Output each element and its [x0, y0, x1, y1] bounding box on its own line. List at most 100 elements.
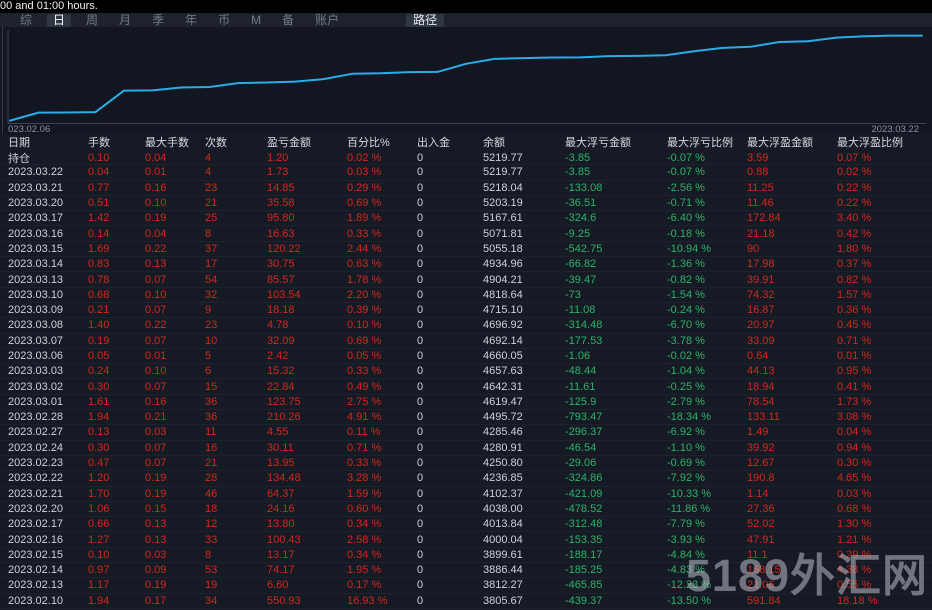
table-row[interactable]: 2023.02.17 0.66 0.13 12 13.80 0.34 % 0 4013.84 -…: [0, 517, 932, 533]
table-row[interactable]: 2023.02.21 1.70 0.19 46 64.37 1.59 % 0 4102.37 -…: [0, 487, 932, 502]
table-cell: 21.06: [747, 579, 775, 592]
table-cell: -793.47: [565, 411, 603, 424]
tab-综[interactable]: 综: [14, 13, 38, 27]
table-cell: 20.97: [747, 319, 775, 332]
tab-月[interactable]: 月: [113, 13, 137, 27]
table-cell: -6.92 %: [667, 426, 705, 439]
table-cell: 0.69 %: [347, 197, 382, 210]
table-cell: -10.94 %: [667, 242, 712, 255]
table-cell: 0.04 %: [837, 426, 872, 439]
table-cell: 1.61: [88, 395, 110, 408]
column-header[interactable]: 最大浮盈比例: [837, 134, 932, 150]
table-row[interactable]: 持仓 0.10 0.04 4 1.20 0.02 % 0 5219.77 -3.85 -0.07 …: [0, 150, 932, 166]
column-header[interactable]: 余额: [483, 134, 565, 150]
table-cell: 21.18: [747, 227, 775, 240]
table-cell: 4.65 %: [837, 472, 872, 485]
table-row[interactable]: 2023.03.10 0.68 0.10 32 103.54 2.20 % 0 4818.64…: [0, 288, 932, 303]
table-cell: 23: [205, 181, 218, 194]
table-cell: -11.61: [565, 380, 596, 393]
table-cell: 15: [205, 380, 218, 393]
table-cell: 0.07: [145, 380, 167, 393]
table-row[interactable]: 2023.02.10 1.94 0.17 34 550.93 16.93 % 0 3805.6…: [0, 594, 932, 609]
table-cell: 0: [417, 197, 424, 210]
tab-备[interactable]: 备: [276, 13, 300, 27]
table-cell: 2023.02.24: [8, 441, 64, 454]
table-cell: 0.69 %: [347, 334, 382, 347]
table-row[interactable]: 2023.03.08 1.40 0.22 23 4.78 0.10 % 0 4696.92 -3…: [0, 318, 932, 334]
table-row[interactable]: 2023.03.13 0.78 0.07 54 85.57 1.78 % 0 4904.21 -…: [0, 272, 932, 288]
table-row[interactable]: 2023.02.20 1.06 0.15 18 24.16 0.60 % 0 4038.00 -…: [0, 502, 932, 518]
table-cell: 34: [205, 594, 218, 607]
table-cell: 0.10 %: [347, 319, 382, 332]
column-header[interactable]: 日期: [8, 134, 88, 150]
tab-币[interactable]: 币: [212, 13, 236, 27]
column-header[interactable]: 百分比%: [347, 134, 417, 150]
table-cell: 0.13: [145, 533, 167, 546]
tab-年[interactable]: 年: [179, 13, 203, 27]
table-row[interactable]: 2023.02.15 0.10 0.03 8 13.17 0.34 % 0 3899.61 -1…: [0, 548, 932, 564]
equity-curve-chart[interactable]: 023.02.06 2023.03.22: [0, 27, 932, 135]
tab-季[interactable]: 季: [146, 13, 170, 27]
table-cell: 17.98: [747, 258, 775, 271]
table-row[interactable]: 2023.03.06 0.05 0.01 5 2.42 0.05 % 0 4660.05 -1.…: [0, 349, 932, 365]
table-row[interactable]: 2023.02.14 0.97 0.09 53 74.17 1.95 % 0 3886.44 -…: [0, 563, 932, 579]
column-header[interactable]: 出入金: [417, 134, 483, 150]
table-row[interactable]: 2023.02.23 0.47 0.07 21 13.95 0.33 % 0 4250.80 -…: [0, 456, 932, 472]
table-row[interactable]: 2023.03.21 0.77 0.16 23 14.85 0.29 % 0 5218.04 -…: [0, 181, 932, 196]
table-cell: 27.36: [747, 502, 775, 515]
column-header[interactable]: 最大浮亏比例: [667, 134, 747, 150]
table-cell: 30.11: [267, 441, 294, 454]
table-cell: -46.54: [565, 441, 597, 454]
column-header[interactable]: 次数: [205, 134, 267, 150]
table-cell: 0: [417, 502, 424, 515]
path-button[interactable]: 路径: [406, 13, 445, 27]
table-cell: 11.46: [747, 197, 774, 210]
table-cell: 74.32: [747, 288, 775, 301]
table-cell: 13.95: [267, 457, 295, 470]
table-cell: -7.79 %: [667, 518, 705, 531]
table-row[interactable]: 2023.03.22 0.04 0.01 4 1.73 0.03 % 0 5219.77 -3.…: [0, 165, 932, 181]
table-cell: 0.10: [88, 152, 110, 164]
table-row[interactable]: 2023.03.14 0.83 0.13 17 30.75 0.63 % 0 4934.96 -…: [0, 257, 932, 273]
table-cell: 1.20: [267, 152, 289, 164]
column-header[interactable]: 最大手数: [145, 134, 205, 150]
table-row[interactable]: 2023.02.16 1.27 0.13 33 100.43 2.58 % 0 4000.04…: [0, 532, 932, 548]
table-row[interactable]: 2023.02.22 1.20 0.19 28 134.48 3.28 % 0 4236.85…: [0, 471, 932, 487]
tab-周[interactable]: 周: [80, 13, 104, 27]
table-row[interactable]: 2023.03.09 0.21 0.07 9 18.18 0.39 % 0 4715.10 -1…: [0, 303, 932, 319]
table-cell: 2023.03.20: [8, 197, 64, 210]
table-cell: 2023.03.15: [8, 242, 64, 255]
column-header[interactable]: 手数: [88, 134, 145, 150]
table-cell: 0.07: [145, 273, 167, 286]
tab-账户[interactable]: 账户: [309, 13, 345, 27]
column-header[interactable]: 盈亏金额: [267, 134, 347, 150]
table-row[interactable]: 2023.03.01 1.61 0.16 36 123.75 2.75 % 0 4619.47…: [0, 395, 932, 411]
table-cell: 0: [417, 548, 424, 561]
tab-日[interactable]: 日: [47, 13, 72, 27]
column-header[interactable]: 最大浮亏金额: [565, 134, 667, 150]
table-row[interactable]: 2023.02.28 1.94 0.21 36 210.26 4.91 % 0 4495.72…: [0, 410, 932, 426]
table-row[interactable]: 2023.03.17 1.42 0.19 25 95.80 1.89 % 0 5167.61 -…: [0, 211, 932, 227]
table-row[interactable]: 2023.03.15 1.69 0.22 37 120.22 2.44 % 0 5055.18…: [0, 242, 932, 258]
table-cell: -2.56 %: [667, 181, 705, 194]
table-cell: -0.18 %: [667, 227, 705, 240]
table-cell: 0.11 %: [347, 426, 381, 439]
tab-M[interactable]: M: [245, 13, 267, 27]
table-row[interactable]: 2023.02.24 0.30 0.07 16 30.11 0.71 % 0 4280.91 -…: [0, 441, 932, 456]
table-row[interactable]: 2023.03.20 0.51 0.10 21 35.58 0.69 % 0 5203.19 -…: [0, 196, 932, 212]
table-cell: 1.69: [88, 242, 110, 255]
table-row[interactable]: 2023.03.16 0.14 0.04 8 16.63 0.33 % 0 5071.81 -9…: [0, 226, 932, 242]
table-row[interactable]: 2023.03.02 0.30 0.07 15 22.84 0.49 % 0 4642.31 -…: [0, 379, 932, 395]
column-header[interactable]: 最大浮盈金额: [747, 134, 837, 150]
table-cell: 0.10: [88, 548, 110, 561]
table-cell: -324.6: [565, 212, 597, 225]
table-cell: 3.28 %: [347, 472, 382, 485]
table-cell: -7.92 %: [667, 472, 705, 485]
table-row[interactable]: 2023.02.27 0.13 0.03 11 4.55 0.11 % 0 4285.46 -2…: [0, 425, 932, 441]
table-cell: 15.32: [267, 365, 295, 378]
table-cell: 1.80 %: [837, 242, 872, 255]
table-cell: -29.06: [565, 457, 597, 470]
table-row[interactable]: 2023.02.13 1.17 0.19 19 6.60 0.17 % 0 3812.27 -4…: [0, 578, 932, 594]
table-row[interactable]: 2023.03.03 0.24 0.10 6 15.32 0.33 % 0 4657.63 -4…: [0, 364, 932, 380]
table-row[interactable]: 2023.03.07 0.19 0.07 10 32.09 0.69 % 0 4692.14 -…: [0, 334, 932, 349]
